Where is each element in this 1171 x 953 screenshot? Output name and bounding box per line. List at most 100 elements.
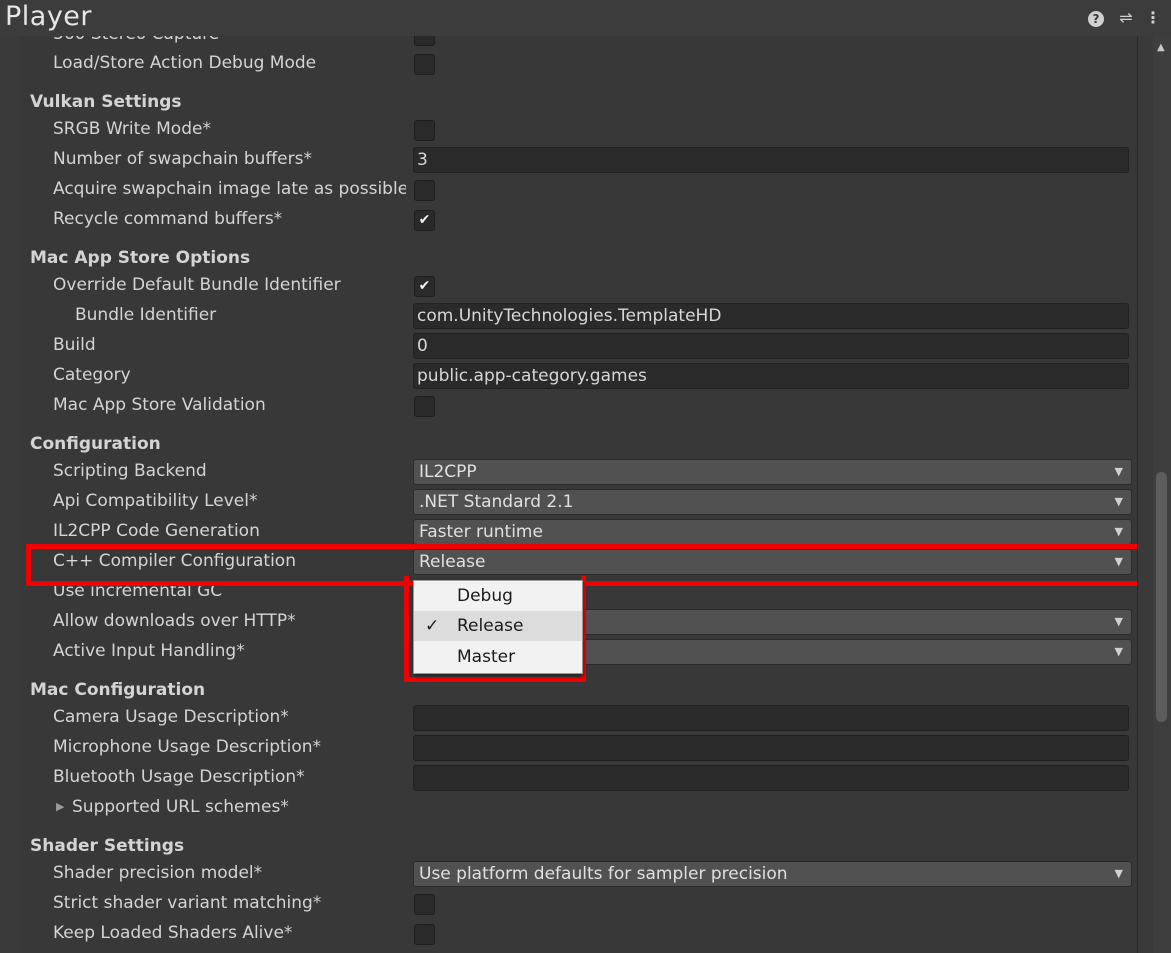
camera-usage-field[interactable] [413,705,1129,731]
menu-item-master[interactable]: Master [414,642,582,672]
mac-configuration-header: Mac Configuration [30,680,206,700]
code-generation-dropdown[interactable]: Faster runtime ▼ [413,519,1132,545]
menu-item-label: Release [457,616,524,636]
scroll-up-arrow-icon[interactable]: ▲ [1157,42,1165,53]
chevron-down-icon: ▼ [1114,495,1123,508]
override-bundle-checkbox[interactable]: ✔ [414,276,435,297]
setting-label: 360 Stereo Capture [53,36,406,48]
setting-row: Shader precision model* Use platform def… [20,859,1137,887]
setting-label: Camera Usage Description* [53,707,289,727]
menu-item-label: Debug [457,586,513,606]
setting-row: Number of swapchain buffers* 3 [20,145,1137,173]
setting-label: Allow downloads over HTTP* [53,611,296,631]
setting-label: Scripting Backend [53,461,207,481]
vulkan-settings-header: Vulkan Settings [30,92,182,112]
setting-label[interactable]: Supported URL schemes* [72,793,289,821]
help-icon[interactable]: ? [1086,8,1106,28]
configuration-header: Configuration [30,434,161,454]
setting-label: Category [53,365,131,385]
section-header: Shader Settings [20,832,1137,860]
menu-item-release[interactable]: ✓ Release [414,611,582,641]
bundle-identifier-field[interactable]: com.UnityTechnologies.TemplateHD [413,303,1129,329]
foldout-row[interactable]: ▶ Supported URL schemes* [20,793,1137,821]
load-store-debug-checkbox[interactable] [414,54,435,75]
shader-precision-dropdown[interactable]: Use platform defaults for sampler precis… [413,861,1132,887]
setting-row: Bluetooth Usage Description* [20,763,1137,791]
chevron-down-icon: ▼ [1114,645,1123,658]
section-header: Vulkan Settings [20,88,1137,116]
setting-row: SRGB Write Mode* [20,115,1137,143]
bluetooth-usage-field[interactable] [413,765,1129,791]
shader-settings-header: Shader Settings [30,836,185,856]
setting-row: Recycle command buffers* ✔ [20,205,1137,233]
setting-label: Number of swapchain buffers* [53,149,312,169]
mac-app-store-header: Mac App Store Options [30,248,251,268]
category-field[interactable]: public.app-category.games [413,363,1129,389]
left-gutter [0,36,21,953]
setting-label: Bluetooth Usage Description* [53,767,305,787]
more-icon[interactable]: ⋮ [1143,8,1163,28]
menu-item-debug[interactable]: Debug [414,581,582,611]
foldout-arrow-icon[interactable]: ▶ [56,793,64,821]
setting-row: Strict shader variant matching* [20,889,1137,917]
store-validation-checkbox[interactable] [414,396,435,417]
setting-label: Api Compatibility Level* [53,491,258,511]
setting-row: Api Compatibility Level* .NET Standard 2… [20,487,1137,515]
setting-row: Load/Store Action Debug Mode [20,49,1137,77]
setting-label: Microphone Usage Description* [53,737,322,757]
compiler-config-menu: Debug ✓ Release Master [413,580,583,674]
setting-row: Acquire swapchain image late as possible [20,175,1137,203]
check-icon: ✓ [425,616,440,636]
section-header: Configuration [20,430,1137,458]
dropdown-value: IL2CPP [419,462,477,482]
setting-label: Mac App Store Validation [53,395,266,415]
setting-label: SRGB Write Mode* [53,119,211,139]
window-title: Player [5,1,93,32]
right-gutter [1137,36,1154,953]
setting-label: Recycle command buffers* [53,209,283,229]
setting-label: Active Input Handling* [53,641,245,661]
vertical-scrollbar[interactable]: ▲ [1153,36,1171,953]
dropdown-value: .NET Standard 2.1 [419,492,574,512]
setting-row: 360 Stereo Capture [20,36,1137,48]
chevron-down-icon: ▼ [1114,525,1123,538]
dropdown-value: Use platform defaults for sampler precis… [419,864,788,884]
strict-variant-checkbox[interactable] [414,894,435,915]
setting-label: IL2CPP Code Generation [53,521,260,541]
chevron-down-icon: ▼ [1114,867,1123,880]
setting-row: IL2CPP Code Generation Faster runtime ▼ [20,517,1137,545]
setting-label: Acquire swapchain image late as possible [53,179,406,199]
api-level-dropdown[interactable]: .NET Standard 2.1 ▼ [413,489,1132,515]
setting-row: Keep Loaded Shaders Alive* [20,919,1137,947]
acquire-late-checkbox[interactable] [414,180,435,201]
section-header: Mac App Store Options [20,244,1137,272]
menu-item-label: Master [457,647,516,667]
stereo-capture-checkbox[interactable] [414,36,435,46]
srgb-write-checkbox[interactable] [414,120,435,141]
player-settings-panel: 360 Stereo Capture Load/Store Action Deb… [20,36,1137,953]
setting-row: Build 0 [20,331,1137,359]
keep-shaders-checkbox[interactable] [414,924,435,945]
scripting-backend-dropdown[interactable]: IL2CPP ▼ [413,459,1132,485]
chevron-down-icon: ▼ [1114,465,1123,478]
setting-row: Scripting Backend IL2CPP ▼ [20,457,1137,485]
setting-row: Category public.app-category.games [20,361,1137,389]
dropdown-value: Faster runtime [419,522,543,542]
setting-label: Bundle Identifier [75,305,217,325]
setting-label: Keep Loaded Shaders Alive* [53,923,293,943]
setting-label: Build [53,335,96,355]
setting-label: Strict shader variant matching* [53,893,322,913]
setting-row: Camera Usage Description* [20,703,1137,731]
swapchain-buffers-field[interactable]: 3 [413,147,1129,173]
setting-label: Shader precision model* [53,863,263,883]
scroll-thumb[interactable] [1156,472,1167,722]
presets-icon[interactable]: ⇌ [1116,8,1136,28]
setting-label: Override Default Bundle Identifier [53,275,341,295]
setting-row: Override Default Bundle Identifier ✔ [20,271,1137,299]
setting-row: Mac App Store Validation [20,391,1137,419]
microphone-usage-field[interactable] [413,735,1129,761]
setting-row: Bundle Identifier com.UnityTechnologies.… [20,301,1137,329]
recycle-buffers-checkbox[interactable]: ✔ [414,210,435,231]
build-field[interactable]: 0 [413,333,1129,359]
window-title-bar: Player ? ⇌ ⋮ [0,0,1171,36]
